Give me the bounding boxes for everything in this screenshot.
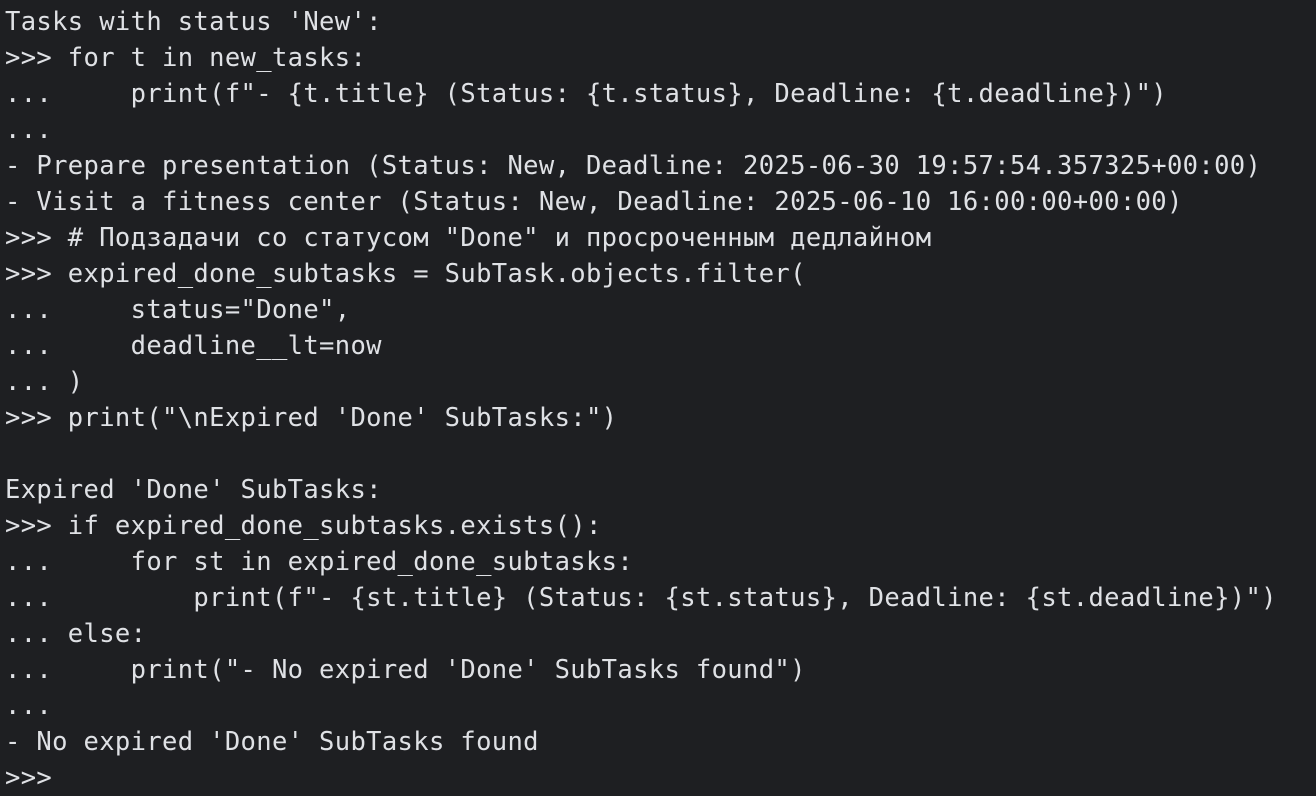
python-console[interactable]: Tasks with status 'New': >>> for t in ne… (0, 0, 1316, 796)
continuation-line: ... status="Done", (5, 295, 351, 325)
text-cursor[interactable] (52, 765, 65, 793)
output-line: - Prepare presentation (Status: New, Dea… (5, 151, 1262, 181)
output-line: - No expired 'Done' SubTasks found (5, 727, 539, 757)
output-line: - Visit a fitness center (Status: New, D… (5, 187, 1183, 217)
input-line: >>> for t in new_tasks: (5, 43, 367, 73)
prompt-marker: >>> (5, 763, 53, 793)
input-line: >>> # Подзадачи со статусом "Done" и про… (5, 223, 932, 253)
continuation-line: ... ) (5, 367, 84, 397)
continuation-line: ... else: (5, 619, 147, 649)
continuation-line: ... print(f"- {t.title} (Status: {t.stat… (5, 79, 1167, 109)
continuation-line: ... print("- No expired 'Done' SubTasks … (5, 655, 806, 685)
continuation-line: ... print(f"- {st.title} (Status: {st.st… (5, 583, 1277, 613)
continuation-line: ... (5, 691, 53, 721)
input-line: >>> if expired_done_subtasks.exists(): (5, 511, 602, 541)
output-line: Expired 'Done' SubTasks: (5, 475, 382, 505)
output-line: Tasks with status 'New': (5, 7, 382, 37)
continuation-line: ... for st in expired_done_subtasks: (5, 547, 634, 577)
input-line: >>> expired_done_subtasks = SubTask.obje… (5, 259, 806, 289)
active-prompt-line[interactable]: >>> (5, 760, 1316, 796)
continuation-line: ... (5, 115, 53, 145)
console-output: Tasks with status 'New': >>> for t in ne… (5, 4, 1316, 796)
continuation-line: ... deadline__lt=now (5, 331, 382, 361)
input-line: >>> print("\nExpired 'Done' SubTasks:") (5, 403, 618, 433)
